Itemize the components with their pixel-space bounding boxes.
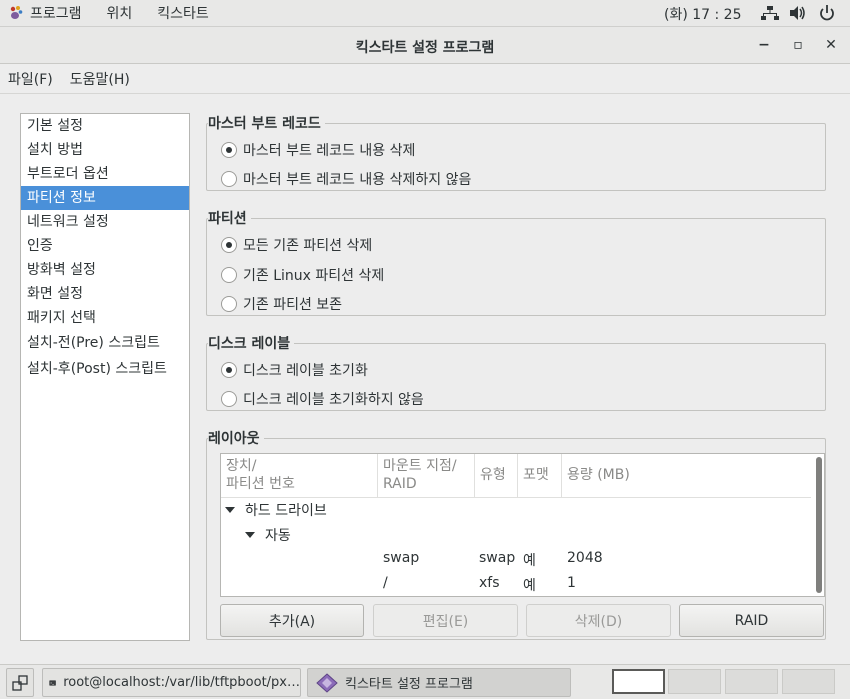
- kickstart-app-icon: [316, 672, 338, 693]
- column-header-device-line1: 장치/: [226, 458, 257, 474]
- row-type: xfs: [479, 575, 500, 591]
- partition-option-preserve-label: 기존 파티션 보존: [243, 297, 343, 313]
- mbr-option-delete[interactable]: 마스터 부트 레코드 내용 삭제: [221, 140, 415, 160]
- column-header-device[interactable]: 장치/ 파티션 번호: [221, 454, 378, 497]
- show-desktop-icon: [12, 674, 28, 691]
- workspace-1[interactable]: [612, 669, 665, 694]
- sidebar-item-basic[interactable]: 기본 설정: [21, 114, 189, 138]
- taskbar: root@localhost:/var/lib/tftpboot/px… 킥스타…: [0, 664, 850, 699]
- maximize-button[interactable]: ▫: [789, 36, 807, 54]
- terminal-icon: [49, 679, 56, 686]
- workspace-3[interactable]: [725, 669, 778, 694]
- disklabel-option-no-init-label: 디스크 레이블 초기화하지 않음: [243, 392, 424, 408]
- applications-label: 프로그램: [30, 6, 82, 22]
- radio-unselected[interactable]: [221, 296, 237, 312]
- column-header-type[interactable]: 유형: [475, 454, 518, 497]
- column-header-mount[interactable]: 마운트 지점/ RAID: [378, 454, 475, 497]
- window-titlebar[interactable]: 킥스타트 설정 프로그램 − ▫ ✕: [0, 27, 850, 64]
- tree-node-auto[interactable]: 자동: [265, 525, 291, 545]
- column-header-mount-line2: RAID: [383, 476, 417, 492]
- applications-menu[interactable]: 프로그램: [8, 3, 82, 23]
- partition-option-delete-linux[interactable]: 기존 Linux 파티션 삭제: [221, 265, 384, 285]
- network-icon[interactable]: [761, 5, 779, 21]
- sidebar-item-bootloader[interactable]: 부트로더 옵션: [21, 162, 189, 186]
- expander-open-icon[interactable]: [245, 532, 255, 538]
- partition-tree[interactable]: 장치/ 파티션 번호 마운트 지점/ RAID 유형 포맷 용량 (MB) 하드…: [220, 453, 825, 597]
- disklabel-option-init-label: 디스크 레이블 초기화: [243, 363, 368, 379]
- edit-button[interactable]: 편집(E): [373, 604, 518, 637]
- gnome-foot-icon: [10, 6, 23, 19]
- places-label: 위치: [106, 6, 133, 22]
- app-menu[interactable]: 킥스타트: [157, 3, 209, 23]
- power-icon[interactable]: [818, 5, 836, 21]
- workspace-4[interactable]: [782, 669, 835, 694]
- disklabel-title: 디스크 레이블: [208, 333, 295, 353]
- sidebar-item-auth[interactable]: 인증: [21, 234, 189, 258]
- taskbar-terminal[interactable]: root@localhost:/var/lib/tftpboot/px…: [42, 668, 301, 697]
- taskbar-kickstart[interactable]: 킥스타트 설정 프로그램: [307, 668, 571, 697]
- row-mount: swap: [383, 550, 420, 566]
- row-size: 2048: [567, 550, 603, 566]
- mbr-option-delete-label: 마스터 부트 레코드 내용 삭제: [243, 143, 416, 159]
- tree-node-hard-drive[interactable]: 하드 드라이브: [245, 500, 327, 520]
- clock[interactable]: (화) 17 : 25: [664, 4, 742, 24]
- taskbar-kickstart-label: 킥스타트 설정 프로그램: [345, 677, 473, 692]
- top-panel: 프로그램 위치 킥스타트 (화) 17 : 25: [0, 0, 850, 27]
- row-mount: /: [383, 575, 388, 591]
- category-list[interactable]: 기본 설정 설치 방법 부트로더 옵션 파티션 정보 네트워크 설정 인증 방화…: [20, 113, 190, 641]
- menu-file[interactable]: 파일(F): [8, 69, 53, 89]
- mbr-option-keep[interactable]: 마스터 부트 레코드 내용 삭제하지 않음: [221, 169, 471, 189]
- column-header-mount-line1: 마운트 지점/: [383, 458, 457, 474]
- places-menu[interactable]: 위치: [107, 3, 133, 23]
- row-type: swap: [479, 550, 516, 566]
- menu-help[interactable]: 도움말(H): [70, 69, 130, 89]
- add-button[interactable]: 추가(A): [220, 604, 364, 637]
- window-title: 킥스타트 설정 프로그램: [355, 40, 495, 56]
- radio-unselected[interactable]: [221, 391, 237, 407]
- radio-unselected[interactable]: [221, 171, 237, 187]
- partition-option-preserve[interactable]: 기존 파티션 보존: [221, 294, 342, 314]
- sidebar-item-packages[interactable]: 패키지 선택: [21, 306, 189, 330]
- header-divider: [221, 497, 811, 498]
- show-desktop-button[interactable]: [6, 668, 34, 697]
- sidebar-item-partition[interactable]: 파티션 정보: [21, 186, 189, 210]
- partition-title: 파티션: [208, 208, 251, 228]
- row-format: 예: [523, 553, 536, 569]
- column-header-device-line2: 파티션 번호: [226, 476, 295, 492]
- expander-open-icon[interactable]: [225, 507, 235, 513]
- minimize-button[interactable]: −: [755, 36, 773, 54]
- column-header-format[interactable]: 포맷: [518, 454, 562, 497]
- row-format: 예: [523, 578, 536, 594]
- sidebar-item-display[interactable]: 화면 설정: [21, 282, 189, 306]
- partition-option-delete-all[interactable]: 모든 기존 파티션 삭제: [221, 235, 372, 255]
- close-button[interactable]: ✕: [822, 36, 840, 54]
- row-size: 1: [567, 575, 576, 591]
- vertical-scrollbar[interactable]: [816, 457, 822, 593]
- mbr-title: 마스터 부트 레코드: [208, 113, 325, 133]
- app-menu-label: 킥스타트: [157, 6, 209, 22]
- sidebar-item-firewall[interactable]: 방화벽 설정: [21, 258, 189, 282]
- layout-title: 레이아웃: [208, 428, 264, 448]
- menubar: 파일(F) 도움말(H): [0, 64, 850, 94]
- mbr-option-keep-label: 마스터 부트 레코드 내용 삭제하지 않음: [243, 172, 472, 188]
- partition-option-delete-all-label: 모든 기존 파티션 삭제: [243, 238, 373, 254]
- workspace-2[interactable]: [668, 669, 721, 694]
- taskbar-terminal-label: root@localhost:/var/lib/tftpboot/px…: [63, 675, 300, 690]
- column-header-size[interactable]: 용량 (MB): [562, 454, 811, 497]
- radio-selected[interactable]: [221, 237, 237, 253]
- raid-button[interactable]: RAID: [679, 604, 824, 637]
- sidebar-item-pre-script[interactable]: 설치-전(Pre) 스크립트: [21, 330, 189, 356]
- radio-unselected[interactable]: [221, 267, 237, 283]
- radio-selected[interactable]: [221, 142, 237, 158]
- disklabel-option-no-init[interactable]: 디스크 레이블 초기화하지 않음: [221, 389, 424, 409]
- sidebar-item-install-method[interactable]: 설치 방법: [21, 138, 189, 162]
- disklabel-option-init[interactable]: 디스크 레이블 초기화: [221, 360, 368, 380]
- delete-button[interactable]: 삭제(D): [526, 604, 671, 637]
- partition-option-delete-linux-label: 기존 Linux 파티션 삭제: [243, 268, 385, 284]
- radio-selected[interactable]: [221, 362, 237, 378]
- volume-icon[interactable]: [789, 5, 807, 21]
- sidebar-item-network[interactable]: 네트워크 설정: [21, 210, 189, 234]
- sidebar-item-post-script[interactable]: 설치-후(Post) 스크립트: [21, 356, 189, 382]
